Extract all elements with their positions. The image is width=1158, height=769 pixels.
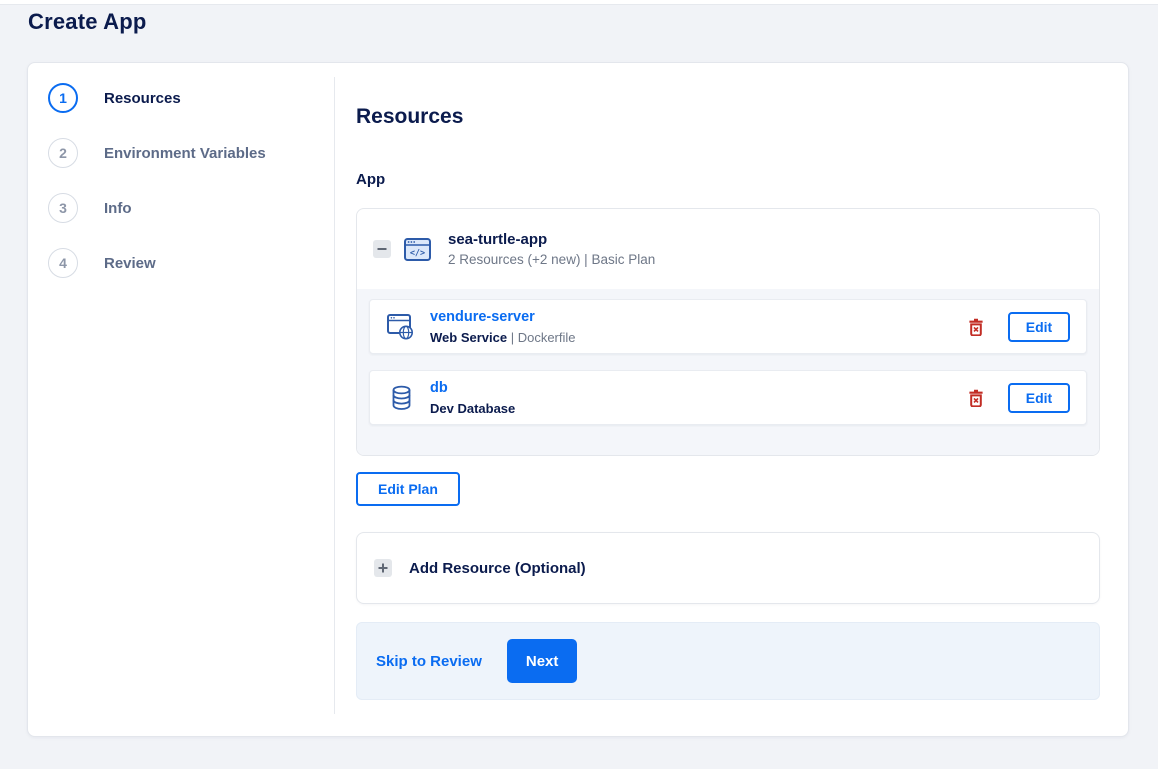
page-title: Create App: [28, 9, 147, 34]
app-group-body: vendure-server Web Service | Dockerfile: [357, 289, 1099, 455]
database-icon: [386, 385, 416, 411]
resource-subtitle: Dev Database: [430, 401, 515, 416]
app-group-title-block: sea-turtle-app 2 Resources (+2 new) | Ba…: [448, 231, 655, 267]
resources-heading: Resources: [356, 105, 464, 128]
code-window-icon: </>: [404, 237, 431, 261]
resource-detail: Dockerfile: [517, 330, 576, 345]
wizard-steps: 1 Resources 2 Environment Variables 3 In…: [48, 83, 328, 303]
step-environment-variables[interactable]: 2 Environment Variables: [48, 138, 328, 168]
create-app-panel: 1 Resources 2 Environment Variables 3 In…: [27, 62, 1129, 737]
resource-row-db: db Dev Database Edit: [369, 370, 1087, 425]
step-number-badge: 3: [48, 193, 78, 223]
sidebar-divider: [334, 77, 335, 714]
edit-resource-button[interactable]: Edit: [1008, 382, 1070, 413]
step-number-badge: 2: [48, 138, 78, 168]
resource-name-link[interactable]: db: [430, 380, 448, 396]
resource-row-vendure-server: vendure-server Web Service | Dockerfile: [369, 299, 1087, 354]
resource-separator: |: [507, 330, 518, 345]
resource-subtitle: Web Service | Dockerfile: [430, 330, 576, 345]
delete-resource-button[interactable]: [968, 389, 984, 407]
step-info[interactable]: 3 Info: [48, 193, 328, 223]
plus-icon: [378, 563, 388, 573]
step-review[interactable]: 4 Review: [48, 248, 328, 278]
main-content: Resources App </> sea-turtle-app 2 Resou…: [356, 63, 1100, 700]
collapse-button[interactable]: [373, 240, 391, 258]
delete-resource-button[interactable]: [968, 318, 984, 336]
step-number-badge: 1: [48, 83, 78, 113]
wizard-footer-bar: Skip to Review Next: [356, 622, 1100, 700]
step-label: Environment Variables: [104, 144, 266, 162]
resource-name-link[interactable]: vendure-server: [430, 309, 535, 325]
step-resources[interactable]: 1 Resources: [48, 83, 328, 113]
web-service-icon: [386, 313, 416, 340]
edit-plan-button[interactable]: Edit Plan: [356, 472, 460, 506]
skip-to-review-link[interactable]: Skip to Review: [376, 653, 482, 670]
resource-type: Web Service: [430, 330, 508, 345]
step-label: Resources: [104, 89, 181, 107]
next-button[interactable]: Next: [506, 639, 578, 683]
svg-text:</>: </>: [410, 248, 425, 258]
add-resource-card[interactable]: Add Resource (Optional): [356, 532, 1100, 604]
app-group-header: </> sea-turtle-app 2 Resources (+2 new) …: [357, 209, 1099, 289]
step-label: Review: [104, 254, 156, 272]
trash-icon: [969, 318, 983, 336]
resource-row-actions: Edit: [968, 311, 1070, 342]
step-number-badge: 4: [48, 248, 78, 278]
resource-text-block: vendure-server Web Service | Dockerfile: [430, 308, 576, 345]
resource-type: Dev Database: [430, 401, 516, 416]
plus-icon-button: [374, 559, 392, 577]
minus-icon: [377, 248, 387, 250]
app-name: sea-turtle-app: [448, 231, 548, 248]
top-border-strip: [0, 0, 1158, 5]
resource-row-actions: Edit: [968, 382, 1070, 413]
trash-icon: [969, 389, 983, 407]
app-summary: 2 Resources (+2 new) | Basic Plan: [448, 252, 656, 267]
resource-text-block: db Dev Database: [430, 379, 515, 416]
step-label: Info: [104, 199, 132, 217]
app-section-label: App: [356, 171, 386, 188]
app-group-card: </> sea-turtle-app 2 Resources (+2 new) …: [356, 208, 1100, 456]
edit-resource-button[interactable]: Edit: [1008, 311, 1070, 342]
add-resource-label: Add Resource (Optional): [409, 559, 586, 577]
